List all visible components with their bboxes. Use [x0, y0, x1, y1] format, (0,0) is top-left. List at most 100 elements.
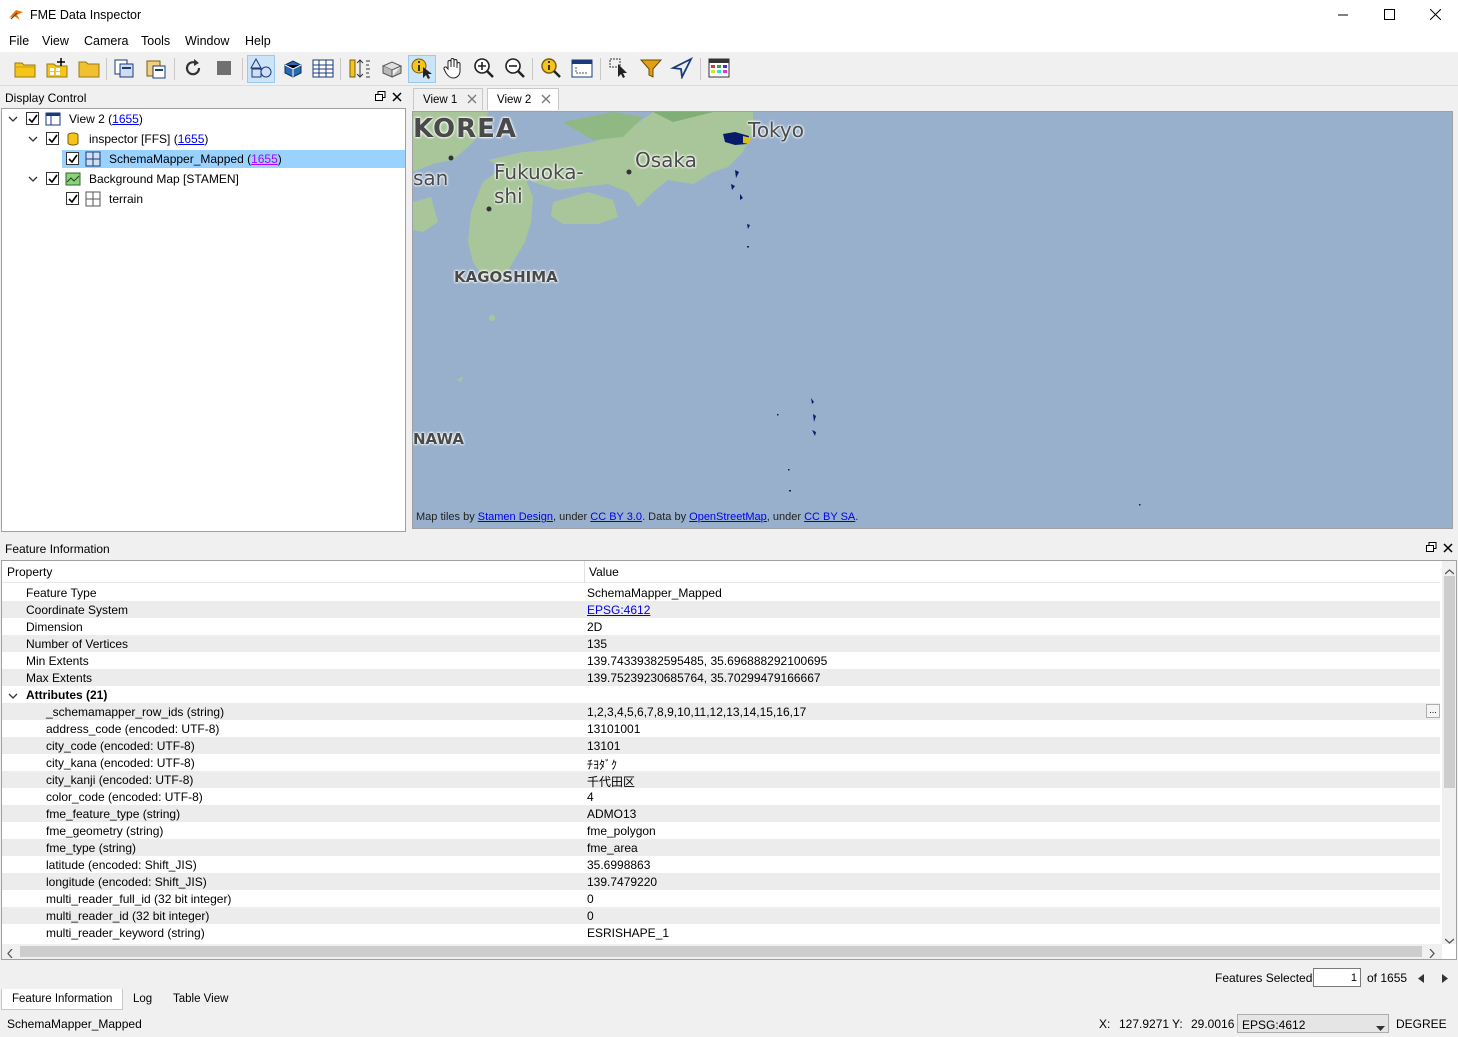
tab-view-1[interactable]: View 1: [413, 88, 483, 110]
table-row[interactable]: multi_reader_full_id (32 bit integer) 0: [2, 890, 1440, 907]
close-tab-icon[interactable]: [466, 93, 478, 105]
menu-window[interactable]: Window: [185, 34, 229, 48]
feature-count-link[interactable]: 1655: [112, 112, 139, 126]
table-row[interactable]: fme_type (string) fme_area: [2, 839, 1440, 856]
checkbox-inspector-ffs[interactable]: [46, 132, 59, 145]
feature-count-link[interactable]: 1655: [178, 132, 205, 146]
vertical-scrollbar[interactable]: [1442, 561, 1456, 947]
expand-value-button[interactable]: ...: [1426, 704, 1440, 718]
paste-button[interactable]: [142, 55, 170, 83]
tab-log[interactable]: Log: [124, 989, 160, 1010]
scrollbar-thumb[interactable]: [1444, 576, 1455, 788]
table-row[interactable]: multi_reader_keyword (string) ESRISHAPE_1: [2, 924, 1440, 941]
horizontal-scrollbar[interactable]: [2, 944, 1442, 959]
menu-camera[interactable]: Camera: [84, 34, 128, 48]
tree-node-inspector-ffs[interactable]: inspector [FFS] (1655): [2, 129, 405, 149]
table-row[interactable]: Min Extents 139.74339382595485, 35.696888…: [2, 652, 1440, 669]
table-row[interactable]: multi_reader_id (32 bit integer) 0: [2, 907, 1440, 924]
table-row[interactable]: Coordinate System EPSG:4612: [2, 601, 1440, 618]
scroll-left-icon[interactable]: [7, 947, 13, 959]
attributes-group-row[interactable]: Attributes (21): [2, 686, 1440, 703]
tree-node-terrain[interactable]: terrain: [2, 189, 405, 209]
tab-feature-information[interactable]: Feature Information: [1, 989, 123, 1010]
select-button[interactable]: [408, 55, 436, 83]
stamen-design-link[interactable]: Stamen Design: [478, 511, 553, 523]
select-features-button[interactable]: [606, 55, 634, 83]
tree-node-background-map[interactable]: Background Map [STAMEN]: [2, 169, 405, 189]
table-view-button[interactable]: [309, 55, 337, 83]
pan-button[interactable]: [439, 55, 467, 83]
table-row[interactable]: city_code (encoded: UTF-8) 13101: [2, 737, 1440, 754]
table-row[interactable]: fme_feature_type (string) ADMO13: [2, 805, 1440, 822]
table-row[interactable]: Feature Type SchemaMapper_Mapped: [2, 584, 1440, 601]
feature-count-link[interactable]: 1655: [251, 152, 278, 166]
float-panel-icon[interactable]: [1426, 542, 1437, 556]
table-row[interactable]: color_code (encoded: UTF-8) 4: [2, 788, 1440, 805]
filter-button[interactable]: [637, 55, 665, 83]
zoom-out-button[interactable]: [501, 55, 529, 83]
tree-node-view-2[interactable]: View 2 (1655): [2, 109, 405, 129]
tab-table-view[interactable]: Table View: [164, 989, 239, 1010]
stop-button[interactable]: [210, 55, 238, 83]
menu-view[interactable]: View: [42, 34, 69, 48]
coordinate-system-select[interactable]: EPSG:4612: [1237, 1014, 1389, 1033]
table-row[interactable]: latitude (encoded: Shift_JIS) 35.6998863: [2, 856, 1440, 873]
close-panel-icon[interactable]: [392, 91, 402, 105]
column-header-property[interactable]: Property: [7, 565, 52, 579]
background-map-button[interactable]: [378, 55, 406, 83]
menu-help[interactable]: Help: [245, 34, 271, 48]
openstreetmap-link[interactable]: OpenStreetMap: [689, 511, 767, 523]
previous-feature-icon[interactable]: [1418, 972, 1425, 986]
table-row[interactable]: address_code (encoded: UTF-8) 13101001: [2, 720, 1440, 737]
scrollbar-thumb[interactable]: [20, 946, 1422, 957]
menu-tools[interactable]: Tools: [141, 34, 170, 48]
close-button[interactable]: [1412, 0, 1458, 31]
cc-by-link[interactable]: CC BY 3.0: [590, 511, 642, 523]
map-view[interactable]: KOREA Tokyo Fukuoka- shi Osaka san KAGOS…: [412, 111, 1453, 529]
cc-by-sa-link[interactable]: CC BY SA: [804, 511, 855, 523]
column-header-value[interactable]: Value: [589, 565, 619, 579]
table-row[interactable]: city_kanji (encoded: UTF-8) 千代田区: [2, 771, 1440, 789]
minimize-button[interactable]: [1320, 0, 1366, 31]
navigate-button[interactable]: [668, 55, 696, 83]
menu-file[interactable]: File: [9, 34, 29, 48]
checkbox-schemamapper-mapped[interactable]: [66, 152, 79, 165]
scroll-down-icon[interactable]: [1444, 933, 1455, 947]
tab-view-2[interactable]: View 2: [487, 88, 559, 110]
chevron-down-icon[interactable]: [28, 133, 38, 143]
close-tab-icon[interactable]: [540, 93, 552, 105]
table-row[interactable]: city_kana (encoded: UTF-8) ﾁﾖﾀﾞｸ: [2, 754, 1440, 772]
checkbox-view-2[interactable]: [26, 112, 39, 125]
table-row[interactable]: Dimension 2D: [2, 618, 1440, 635]
close-panel-icon[interactable]: [1443, 542, 1453, 556]
chevron-down-icon[interactable]: [28, 173, 38, 183]
tree-node-schemamapper-mapped[interactable]: SchemaMapper_Mapped (1655): [2, 149, 405, 169]
3d-view-button[interactable]: [279, 55, 307, 83]
features-selected-input[interactable]: [1313, 968, 1361, 987]
chevron-down-icon[interactable]: [8, 690, 18, 704]
zoom-extents-button[interactable]: [537, 55, 565, 83]
maximize-button[interactable]: [1366, 0, 1412, 31]
float-panel-icon[interactable]: [375, 91, 386, 105]
table-row[interactable]: fme_geometry (string) fme_polygon: [2, 822, 1440, 839]
next-feature-icon[interactable]: [1441, 972, 1448, 986]
zoom-in-button[interactable]: [470, 55, 498, 83]
orthogonal-button[interactable]: [346, 55, 374, 83]
scroll-right-icon[interactable]: [1429, 947, 1435, 959]
zoom-window-button[interactable]: [568, 55, 596, 83]
refresh-button[interactable]: [179, 55, 207, 83]
open-folder-button[interactable]: [75, 55, 103, 83]
open-dataset-button[interactable]: [11, 55, 39, 83]
table-row[interactable]: _schemamapper_row_ids (string) 1,2,3,4,5,…: [2, 703, 1440, 720]
table-row[interactable]: longitude (encoded: Shift_JIS) 139.747922…: [2, 873, 1440, 890]
table-row[interactable]: Max Extents 139.75239230685764, 35.702994…: [2, 669, 1440, 686]
chevron-down-icon[interactable]: [8, 113, 18, 123]
2d-view-button[interactable]: [247, 55, 275, 83]
copy-button[interactable]: [110, 55, 138, 83]
background-color-button[interactable]: [705, 55, 733, 83]
table-row[interactable]: Number of Vertices 135: [2, 635, 1440, 652]
checkbox-background-map[interactable]: [46, 172, 59, 185]
coordinate-system-link[interactable]: EPSG:4612: [587, 603, 650, 617]
add-dataset-button[interactable]: [43, 55, 71, 83]
checkbox-terrain[interactable]: [66, 192, 79, 205]
